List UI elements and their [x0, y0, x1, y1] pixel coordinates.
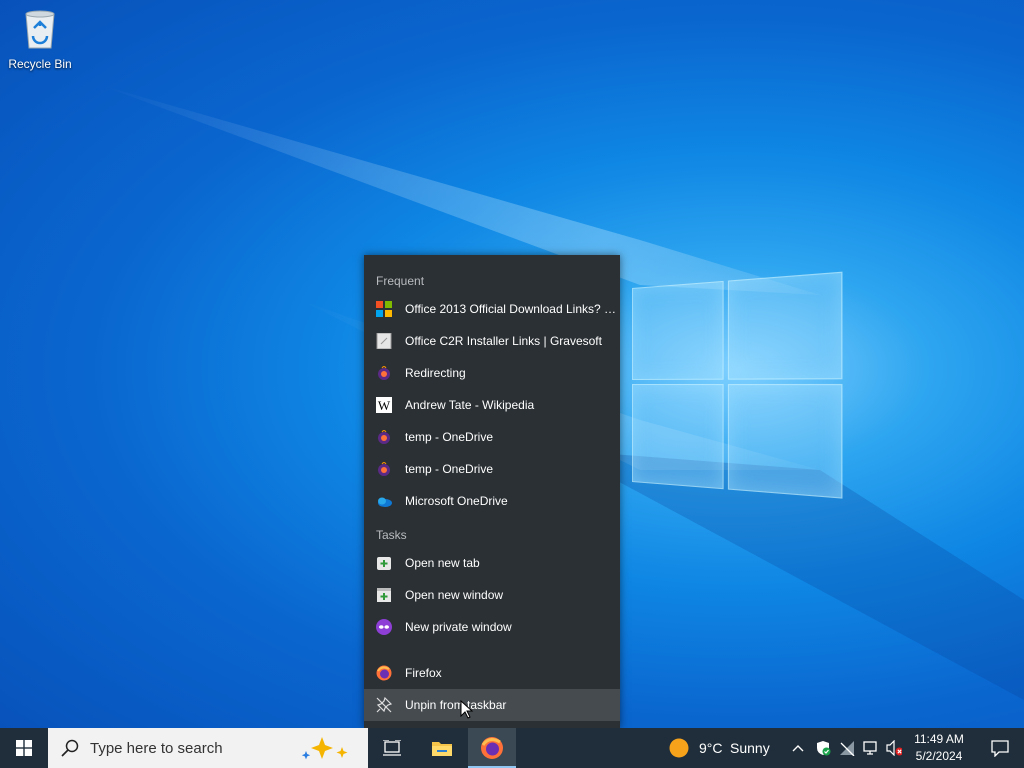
desktop-icon-recycle-bin[interactable]: Recycle Bin — [4, 6, 76, 71]
folder-icon — [432, 742, 452, 756]
new-tab-icon — [376, 555, 392, 571]
jumplist-frequent-item[interactable]: Office 2013 Official Download Links? -..… — [364, 293, 620, 325]
windows-wallpaper-logo — [632, 271, 843, 499]
unpin-icon — [376, 697, 392, 713]
search-icon — [61, 739, 79, 757]
system-clock[interactable]: 11:49 AM 5/2/2024 — [906, 731, 972, 765]
firefox-taskbar-button[interactable] — [468, 728, 516, 768]
jumplist-unpin-from-taskbar[interactable]: Unpin from taskbar — [364, 689, 620, 721]
notification-icon — [991, 740, 1009, 757]
jumplist-frequent-item[interactable]: temp - OneDrive — [364, 421, 620, 453]
clock-date: 5/2/2024 — [915, 749, 963, 763]
volume-muted-icon[interactable] — [886, 740, 902, 756]
security-shield-icon[interactable] — [815, 740, 831, 756]
firefox-page-icon — [376, 429, 392, 445]
windows-start-icon — [16, 740, 32, 756]
jumplist-frequent-item[interactable]: temp - OneDrive — [364, 453, 620, 485]
firefox-icon — [481, 737, 503, 759]
copilot-sparkle-icon — [301, 737, 348, 760]
recycle-bin-icon — [25, 10, 55, 49]
new-window-icon — [376, 587, 392, 603]
private-mask-icon — [376, 619, 392, 635]
firefox-page-icon — [376, 461, 392, 477]
jumplist-frequent-item[interactable]: Redirecting — [364, 357, 620, 389]
file-explorer-button[interactable] — [418, 728, 466, 768]
jumplist-frequent-item[interactable]: Microsoft OneDrive — [364, 485, 620, 517]
chevron-up-icon[interactable] — [790, 740, 806, 756]
monitor-network-icon[interactable] — [863, 740, 879, 756]
taskbar-search-box[interactable]: Type here to search — [48, 728, 368, 768]
clock-time: 11:49 AM — [914, 732, 964, 746]
network-icon[interactable] — [839, 740, 855, 756]
firefox-jump-list: Frequent Office 2013 Official Download L… — [364, 255, 620, 728]
action-center-button[interactable] — [976, 728, 1024, 768]
search-placeholder: Type here to search — [90, 739, 223, 757]
jumplist-frequent-item[interactable]: W Andrew Tate - Wikipedia — [364, 389, 620, 421]
svg-text:W: W — [378, 398, 391, 413]
document-icon — [376, 333, 392, 349]
firefox-page-icon — [376, 365, 392, 381]
jumplist-task-new-window[interactable]: Open new window — [364, 579, 620, 611]
recycle-bin-label: Recycle Bin — [8, 57, 72, 71]
jumplist-app-firefox[interactable]: Firefox — [364, 657, 620, 689]
taskbar: Type here to search 9°C Sunny 11:49 AM 5… — [0, 728, 1024, 768]
sun-icon — [669, 738, 689, 758]
jumplist-frequent-item[interactable]: Office C2R Installer Links | Gravesoft — [364, 325, 620, 357]
start-button[interactable] — [0, 728, 48, 768]
weather-condition[interactable]: Sunny — [730, 740, 770, 756]
frequent-header: Frequent — [376, 274, 425, 288]
mouse-cursor-icon — [460, 700, 474, 719]
onedrive-cloud-icon — [376, 493, 392, 509]
weather-temperature[interactable]: 9°C — [699, 740, 723, 756]
wikipedia-icon: W — [376, 397, 392, 413]
microsoft-logo-icon — [376, 301, 392, 317]
jumplist-task-new-tab[interactable]: Open new tab — [364, 547, 620, 579]
jumplist-task-private-window[interactable]: New private window — [364, 611, 620, 643]
task-view-icon — [383, 740, 401, 756]
tasks-header: Tasks — [376, 528, 407, 542]
task-view-button[interactable] — [368, 728, 416, 768]
firefox-icon — [376, 665, 392, 681]
